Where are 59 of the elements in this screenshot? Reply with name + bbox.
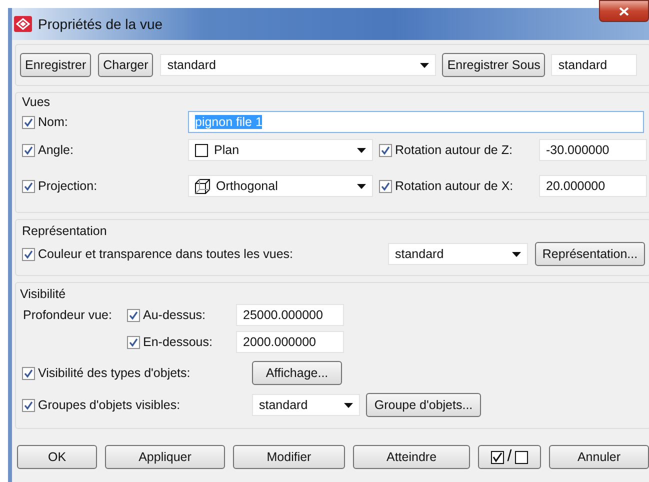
group-title: Visibilité (20, 287, 67, 302)
dialog-button[interactable]: OK (17, 445, 97, 469)
checkbox[interactable] (22, 398, 35, 412)
dropdown-arrow-icon (357, 184, 366, 188)
close-icon (619, 6, 629, 16)
toggle-all-button[interactable]: / (478, 445, 541, 469)
close-button[interactable] (599, 0, 649, 22)
empty-box-icon (514, 450, 528, 464)
checkbox[interactable] (22, 366, 35, 380)
dropdown-arrow-icon (357, 148, 366, 152)
value-field[interactable]: -30.000000 (539, 139, 647, 161)
checkbox[interactable] (379, 180, 392, 192)
dropdown[interactable]: Plan (188, 139, 373, 161)
save-button[interactable]: Enregistrer (20, 53, 92, 77)
field-label: Nom: (38, 115, 69, 129)
field-label: Couleur et transparence dans toutes les vues: (38, 247, 294, 261)
dropdown[interactable]: standard (252, 394, 360, 416)
cancel-button[interactable]: Annuler (549, 445, 649, 469)
app-logo-icon (14, 16, 32, 32)
field-label: Visibilité des types d'objets: (38, 366, 192, 380)
dialog-button[interactable]: Modifier (233, 445, 345, 469)
checkbox[interactable] (379, 144, 392, 156)
field-label: Au-dessus: (143, 308, 207, 322)
field-label: Rotation autour de Z: (395, 143, 514, 157)
group-title: Représentation (22, 224, 108, 239)
square-icon (195, 144, 208, 156)
field-label: Groupes d'objets visibles: (38, 398, 182, 412)
cube-icon (195, 178, 210, 194)
checkbox[interactable] (22, 180, 35, 192)
save-as-button[interactable]: Enregistrer Sous (442, 53, 546, 77)
checkbox[interactable] (127, 308, 140, 322)
field-label: Projection: (38, 179, 98, 193)
name-field[interactable]: standard (551, 54, 638, 76)
dropdown[interactable]: standard (160, 54, 436, 76)
object-groups-button[interactable]: Groupe d'objets... (366, 393, 481, 417)
dropdown[interactable]: Orthogonal (188, 175, 373, 197)
dropdown-arrow-icon (420, 62, 430, 68)
dropdown-arrow-icon (512, 252, 521, 256)
group-title: Vues (22, 95, 52, 110)
field-label: Rotation autour de X: (395, 179, 514, 193)
load-button[interactable]: Charger (98, 53, 154, 77)
checkbox[interactable] (22, 248, 35, 260)
value-field[interactable]: 2000.000000 (236, 331, 344, 353)
field-label: Angle: (38, 143, 74, 157)
window-title: Propriétés de la vue (38, 16, 163, 32)
field-label: En-dessous: (143, 335, 214, 349)
checked-box-icon (491, 450, 504, 464)
checkbox[interactable] (22, 116, 35, 128)
field-label: Profondeur vue: (23, 308, 113, 322)
checkbox[interactable] (127, 336, 140, 348)
value-field[interactable]: 20.000000 (539, 175, 647, 197)
dialog-button[interactable]: Atteindre (353, 445, 470, 469)
value-field[interactable]: 25000.000000 (236, 304, 344, 326)
dropdown-arrow-icon (344, 402, 353, 408)
dialog-button[interactable]: Appliquer (105, 445, 225, 469)
dropdown[interactable]: standard (388, 243, 528, 265)
representation-button[interactable]: Représentation... (535, 242, 645, 266)
display-button[interactable]: Affichage... (252, 361, 342, 385)
checkbox[interactable] (22, 144, 35, 156)
